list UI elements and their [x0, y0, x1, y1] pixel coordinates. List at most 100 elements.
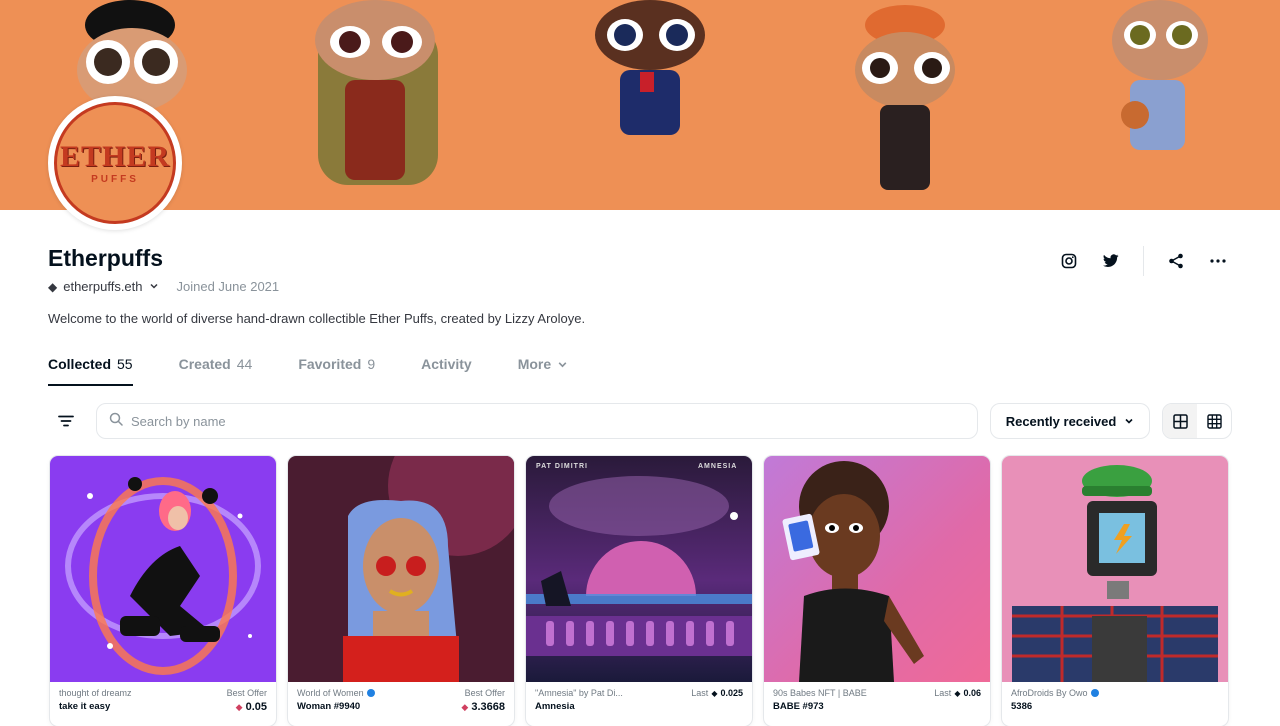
profile-banner — [0, 0, 1280, 210]
price-value: 0.06 — [963, 688, 981, 698]
tab-activity[interactable]: Activity — [421, 356, 472, 386]
chevron-down-icon — [557, 357, 568, 373]
art-text-left: PAT DIMITRI — [536, 463, 588, 470]
tab-created[interactable]: Created 44 — [179, 356, 253, 386]
last-price: Last ◆ 0.025 — [691, 688, 743, 698]
nft-info: "Amnesia" by Pat Di... Amnesia Last ◆ 0.02… — [526, 682, 752, 718]
search-icon — [109, 412, 123, 431]
banner-character-3 — [595, 0, 705, 135]
item-name: take it easy — [59, 701, 111, 712]
nft-card[interactable]: 90s Babes NFT | BABE BABE #973 Last ◆ 0.06 — [764, 456, 990, 726]
chevron-down-icon[interactable] — [149, 279, 159, 294]
price-label: Best Offer — [226, 688, 267, 698]
nft-image — [50, 456, 276, 682]
ens-address[interactable]: etherpuffs.eth — [63, 279, 142, 294]
nft-grid: thought of dreamz take it easy Best Offe… — [50, 456, 1228, 726]
collection-label: "Amnesia" by Pat Di... — [535, 688, 623, 698]
ethereum-icon: ◆ — [711, 688, 718, 698]
tab-more[interactable]: More — [518, 356, 568, 386]
tab-count: 9 — [367, 356, 376, 372]
nft-image — [288, 456, 514, 682]
ethereum-icon: ◆ — [461, 701, 469, 712]
price-value: 3.3668 — [471, 701, 505, 713]
view-toggle — [1162, 403, 1232, 439]
ethereum-icon: ◆ — [235, 701, 243, 712]
large-grid-icon[interactable] — [1163, 404, 1197, 438]
ether-puffs-logo: ETHER PUFFS — [54, 102, 176, 224]
ethereum-icon: ◆ — [954, 688, 961, 698]
tab-collected[interactable]: Collected 55 — [48, 356, 133, 386]
tab-label: Favorited — [298, 356, 362, 372]
actions-divider — [1143, 246, 1144, 276]
more-icon[interactable] — [1204, 247, 1232, 275]
tab-count: 44 — [236, 356, 253, 372]
sort-label: Recently received — [1005, 413, 1117, 429]
collection-label: AfroDroids By Owo — [1011, 688, 1088, 698]
tab-label: Activity — [421, 356, 472, 372]
last-price: Last ◆ 0.06 — [934, 688, 981, 698]
banner-character-4 — [855, 5, 955, 190]
nft-card[interactable]: AfroDroids By Owo 5386 — [1002, 456, 1228, 726]
instagram-icon[interactable] — [1055, 247, 1083, 275]
price-label: Best Offer — [464, 688, 505, 698]
collection-label: thought of dreamz — [59, 688, 132, 698]
profile-tabs: Collected 55 Created 44 Favorited 9 Acti… — [48, 356, 614, 386]
profile-meta: ◆ etherpuffs.eth Joined June 2021 — [48, 279, 279, 294]
item-name: 5386 — [1011, 701, 1033, 712]
item-name: BABE #973 — [773, 701, 824, 712]
search-input[interactable] — [131, 413, 965, 429]
nft-card[interactable]: PAT DIMITRI AMNESIA "Amnesia" by Pat Di.… — [526, 456, 752, 726]
collection-label: World of Women — [297, 688, 364, 698]
profile-actions — [1055, 246, 1232, 276]
joined-date: Joined June 2021 — [176, 279, 280, 294]
profile-name: Etherpuffs — [48, 245, 163, 271]
banner-artwork — [77, 0, 1208, 190]
price: ◆ 0.05 — [236, 701, 267, 713]
sort-dropdown[interactable]: Recently received — [990, 403, 1150, 439]
collection-name: World of Women — [297, 688, 375, 698]
tab-favorited[interactable]: Favorited 9 — [298, 356, 375, 386]
banner-character-5 — [1112, 0, 1208, 150]
share-icon[interactable] — [1162, 247, 1190, 275]
price: ◆ 3.3668 — [461, 701, 505, 713]
tab-label: Collected — [48, 356, 112, 372]
banner-character-1 — [77, 0, 187, 112]
tab-label: Created — [178, 356, 231, 372]
collection-label: 90s Babes NFT | BABE — [773, 688, 867, 698]
collection-name: 90s Babes NFT | BABE — [773, 688, 867, 698]
nft-info: 90s Babes NFT | BABE BABE #973 Last ◆ 0.06 — [764, 682, 990, 718]
nft-image — [1002, 456, 1228, 682]
logo-text-bottom: PUFFS — [91, 173, 139, 185]
item-name: Woman #9940 — [297, 701, 361, 712]
banner-character-2 — [315, 0, 438, 185]
profile-description: Welcome to the world of diverse hand-dra… — [48, 311, 586, 326]
twitter-icon[interactable] — [1097, 247, 1125, 275]
collection-name: thought of dreamz — [59, 688, 132, 698]
logo-text-top: ETHER — [59, 139, 171, 173]
ethereum-icon: ◆ — [48, 279, 58, 294]
verified-badge-icon — [1090, 689, 1099, 697]
search-box[interactable] — [96, 403, 978, 439]
nft-info: AfroDroids By Owo 5386 — [1002, 682, 1228, 718]
nft-info: thought of dreamz take it easy Best Offe… — [50, 682, 276, 719]
price-value: 0.05 — [245, 701, 267, 713]
filter-bar: Recently received — [48, 403, 1232, 439]
price-label: Last — [691, 688, 709, 698]
collection-name: "Amnesia" by Pat Di... — [535, 688, 623, 698]
price-value: 0.025 — [720, 688, 743, 698]
tab-count: 55 — [117, 356, 133, 372]
small-grid-icon[interactable] — [1197, 404, 1231, 438]
verified-badge-icon — [366, 689, 375, 697]
art-text-right: AMNESIA — [698, 463, 737, 470]
profile-avatar: ETHER PUFFS — [48, 96, 182, 230]
nft-card[interactable]: World of Women Woman #9940 Best Offer ◆ 3… — [288, 456, 514, 726]
item-name: Amnesia — [535, 701, 575, 712]
nft-card[interactable]: thought of dreamz take it easy Best Offe… — [50, 456, 276, 726]
filter-icon[interactable] — [48, 403, 84, 439]
chevron-down-icon — [1124, 414, 1134, 429]
collection-name: AfroDroids By Owo — [1011, 688, 1099, 698]
nft-image — [764, 456, 990, 682]
nft-info: World of Women Woman #9940 Best Offer ◆ 3… — [288, 682, 514, 719]
price-label: Last — [934, 688, 952, 698]
nft-image: PAT DIMITRI AMNESIA — [526, 456, 752, 682]
